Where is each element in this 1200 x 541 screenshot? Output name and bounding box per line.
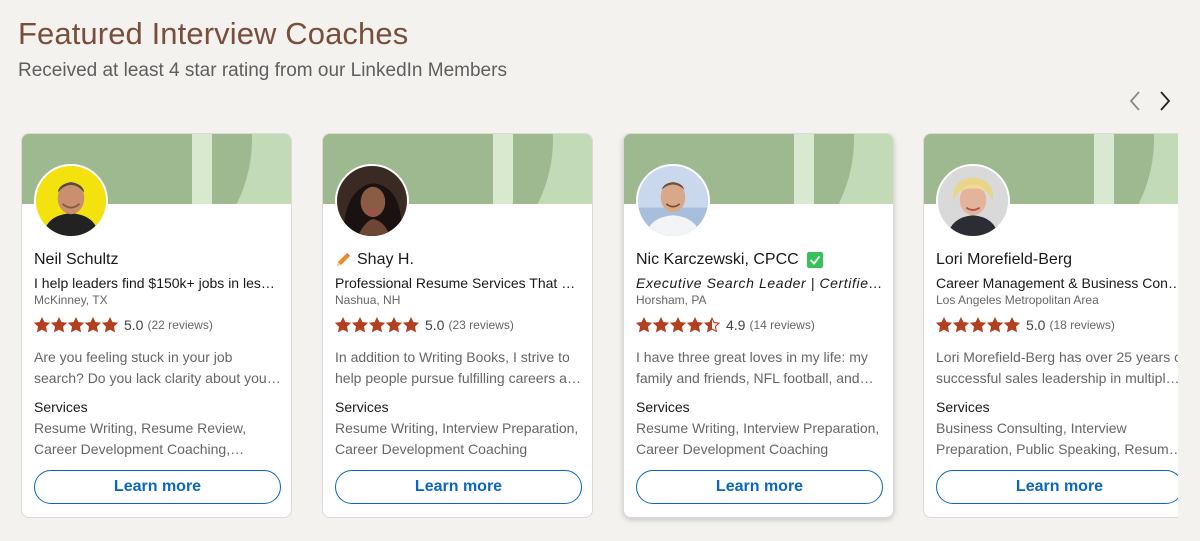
avatar[interactable] (936, 164, 1010, 238)
star-full-icon (51, 317, 67, 333)
services-heading: Services (335, 399, 389, 415)
coach-photo-neil (36, 166, 106, 236)
coach-card[interactable]: Shay H. Professional Resume Services Tha… (322, 133, 593, 518)
coach-summary: Are you feeling stuck in your job search… (34, 349, 272, 386)
pencil-icon (337, 253, 350, 266)
coach-rating: 5.0 (18 reviews) (936, 317, 1115, 333)
coach-location: Nashua, NH (335, 293, 401, 307)
star-full-icon (636, 317, 652, 333)
coach-headline: Professional Resume Services That Bring … (335, 275, 582, 291)
star-full-icon (386, 317, 402, 333)
review-count[interactable]: (22 reviews) (147, 318, 212, 332)
coach-rating: 4.9 (14 reviews) (636, 317, 815, 333)
coach-headline: I help leaders find $150k+ jobs in less … (34, 275, 281, 291)
services-list: Resume Writing, Resume Review, Career De… (34, 420, 247, 457)
star-rating (34, 317, 118, 333)
coach-summary: I have three great loves in my life: my … (636, 349, 868, 386)
star-full-icon (352, 317, 368, 333)
coach-card[interactable]: Neil Schultz I help leaders find $150k+ … (21, 133, 292, 518)
star-full-icon (34, 317, 50, 333)
learn-more-button[interactable]: Learn more (34, 470, 281, 504)
star-full-icon (102, 317, 118, 333)
learn-more-button[interactable]: Learn more (335, 470, 582, 504)
star-full-icon (987, 317, 1003, 333)
star-full-icon (85, 317, 101, 333)
review-count[interactable]: (18 reviews) (1049, 318, 1114, 332)
coach-photo-shay (337, 166, 407, 236)
coach-photo-nic (638, 166, 708, 236)
star-rating (936, 317, 1020, 333)
chevron-left-icon (1129, 91, 1140, 111)
star-half-icon (704, 317, 720, 333)
avatar[interactable] (636, 164, 710, 238)
verified-badge-icon (806, 252, 823, 268)
coach-card[interactable]: Lori Morefield-Berg Career Management & … (923, 133, 1178, 518)
coach-rating: 5.0 (23 reviews) (335, 317, 514, 333)
avatar[interactable] (335, 164, 409, 238)
star-full-icon (953, 317, 969, 333)
star-full-icon (670, 317, 686, 333)
coach-rating: 5.0 (22 reviews) (34, 317, 213, 333)
coach-headline: Executive Search Leader | Certified Coac… (636, 275, 883, 291)
coach-photo-lori (938, 166, 1008, 236)
star-full-icon (335, 317, 351, 333)
star-rating (335, 317, 419, 333)
avatar[interactable] (34, 164, 108, 238)
carousel-next-button[interactable] (1152, 88, 1178, 114)
rating-value: 5.0 (425, 317, 445, 333)
rating-value: 5.0 (124, 317, 144, 333)
learn-more-button[interactable]: Learn more (936, 470, 1178, 504)
star-full-icon (936, 317, 952, 333)
coach-carousel: Neil Schultz I help leaders find $150k+ … (0, 133, 1178, 533)
star-full-icon (653, 317, 669, 333)
section-title: Featured Interview Coaches (18, 16, 409, 51)
learn-more-button[interactable]: Learn more (636, 470, 883, 504)
services-list: Resume Writing, Interview Preparation, C… (636, 420, 880, 457)
coach-summary: Lori Morefield-Berg has over 25 years of… (936, 349, 1178, 386)
review-count[interactable]: (14 reviews) (749, 318, 814, 332)
coach-name[interactable]: Neil Schultz (34, 251, 118, 269)
services-heading: Services (936, 399, 990, 415)
star-full-icon (68, 317, 84, 333)
star-full-icon (403, 317, 419, 333)
carousel-prev-button[interactable] (1122, 88, 1148, 114)
chevron-right-icon (1160, 91, 1171, 111)
coach-location: Horsham, PA (636, 293, 707, 307)
rating-value: 5.0 (1026, 317, 1046, 333)
star-rating (636, 317, 720, 333)
coach-location: McKinney, TX (34, 293, 108, 307)
coach-name[interactable]: Nic Karczewski, CPCC (636, 251, 823, 269)
rating-value: 4.9 (726, 317, 746, 333)
star-full-icon (970, 317, 986, 333)
star-full-icon (1004, 317, 1020, 333)
review-count[interactable]: (23 reviews) (448, 318, 513, 332)
coach-name[interactable]: Lori Morefield-Berg (936, 251, 1072, 269)
coach-headline: Career Management & Business Consulting (936, 275, 1178, 291)
services-list: Business Consulting, Interview Preparati… (936, 420, 1177, 457)
services-heading: Services (34, 399, 88, 415)
coach-name[interactable]: Shay H. (335, 251, 414, 269)
coach-location: Los Angeles Metropolitan Area (936, 293, 1099, 307)
coach-summary: In addition to Writing Books, I strive t… (335, 349, 583, 386)
section-subtitle: Received at least 4 star rating from our… (18, 60, 507, 81)
star-full-icon (369, 317, 385, 333)
coach-card[interactable]: Nic Karczewski, CPCC Executive Search Le… (623, 133, 894, 518)
services-list: Resume Writing, Interview Preparation, C… (335, 420, 579, 457)
services-heading: Services (636, 399, 690, 415)
star-full-icon (687, 317, 703, 333)
